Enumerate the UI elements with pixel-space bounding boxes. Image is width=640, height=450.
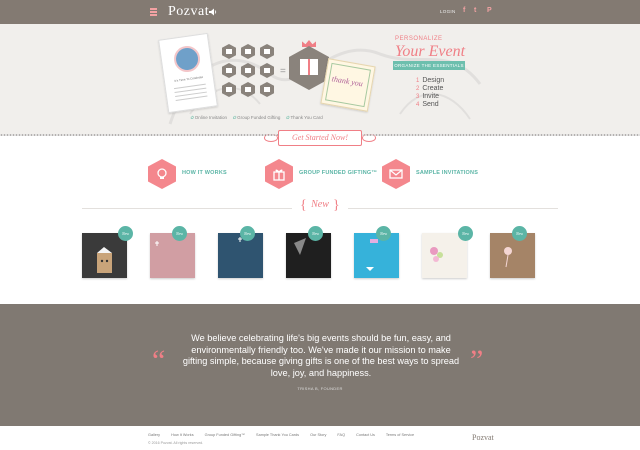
step-item: 1 Design	[416, 77, 445, 84]
flamingo-artwork	[504, 247, 512, 268]
copyright-text: © 2016 Pozvat. All rights reserved.	[148, 441, 204, 445]
speaker-icon[interactable]	[209, 8, 217, 16]
new-badge: New	[308, 226, 323, 241]
couple-photo	[172, 44, 202, 74]
site-logo[interactable]: Pozvat	[168, 4, 209, 20]
hero-feature-list: ✿Online Invitation ✿Group Funded Gifting…	[190, 115, 430, 121]
card-artwork	[294, 238, 306, 255]
fox-illustration	[97, 247, 112, 273]
floral-artwork	[430, 247, 443, 262]
gift-hex-icon	[222, 44, 236, 59]
section-divider-right	[348, 208, 558, 209]
footer-nav: Gallery How It Works Group Funded Giftin…	[148, 433, 424, 437]
footer-link-contact-us[interactable]: Contact Us	[356, 433, 375, 437]
product-card[interactable]	[354, 233, 399, 278]
footer-link-terms[interactable]: Terms of Service	[386, 433, 414, 437]
open-quote-mark: “	[152, 344, 166, 377]
envelope-icon	[382, 159, 410, 189]
card-artwork	[238, 237, 242, 242]
organize-ribbon: ORGANIZE THE ESSENTIALS	[393, 61, 465, 70]
step-item: 4 Send	[416, 101, 439, 108]
gift-hex-icon	[260, 44, 274, 59]
card-artwork	[155, 241, 159, 246]
footer-link-faq[interactable]: FAQ	[337, 433, 345, 437]
cta-ornament-left	[264, 134, 278, 142]
new-badge: New	[512, 226, 527, 241]
feature-tag: ✿Online Invitation	[190, 115, 228, 120]
product-card[interactable]	[150, 233, 195, 278]
product-card[interactable]	[422, 233, 467, 278]
product-card[interactable]	[218, 233, 263, 278]
new-badge: New	[458, 226, 473, 241]
gift-hex-icon	[222, 82, 236, 97]
gift-hex-icon	[241, 82, 255, 97]
feature-label: GROUP FUNDED GIFTING™	[299, 170, 378, 176]
quote-author: TRISHA B, FOUNDER	[297, 386, 343, 391]
product-card[interactable]	[490, 233, 535, 278]
card-artwork	[366, 239, 378, 271]
feature-label: HOW IT WORKS	[182, 170, 227, 176]
footer-link-gallery[interactable]: Gallery	[148, 433, 160, 437]
facebook-icon[interactable]: f	[463, 7, 465, 14]
step-item: 3 Invite	[416, 93, 440, 100]
feature-tag: ✿Thank You Card	[285, 115, 323, 120]
product-card[interactable]	[286, 233, 331, 278]
step-item: 2 Create	[416, 85, 444, 92]
footer-link-our-story[interactable]: Our Story	[310, 433, 326, 437]
get-started-button[interactable]: Get Started Now!	[278, 130, 362, 146]
steps-list: 1 Design 2 Create 3 Invite 4 Send	[416, 77, 444, 109]
gift-hex-icon	[222, 63, 236, 78]
section-divider-left	[82, 208, 292, 209]
your-event-heading: Your Event	[395, 43, 466, 60]
new-badge: New	[376, 226, 391, 241]
gift-hex-icon	[260, 82, 274, 97]
close-quote-mark: ”	[470, 344, 484, 377]
new-badge: New	[240, 226, 255, 241]
new-section-heading: New	[311, 199, 329, 210]
footer-link-group-funded-gifting[interactable]: Group Funded Gifting™	[205, 433, 245, 437]
equals-sign: =	[280, 66, 286, 77]
top-navigation-bar: Pozvat LOGIN f t P	[0, 0, 640, 24]
lightbulb-icon	[148, 159, 176, 189]
invite-text-lines	[166, 80, 216, 105]
hamburger-menu-icon[interactable]	[150, 8, 157, 16]
gift-hex-icon	[260, 63, 274, 78]
footer-link-how-it-works[interactable]: How It Works	[171, 433, 194, 437]
gift-hex-icon	[241, 44, 255, 59]
login-link[interactable]: LOGIN	[440, 9, 456, 14]
site-footer	[0, 426, 640, 450]
new-badge: New	[118, 226, 133, 241]
footer-link-sample-thank-you-cards[interactable]: Sample Thank You Cards	[256, 433, 299, 437]
gift-icon	[265, 159, 293, 189]
gift-hexagon-grid	[222, 44, 278, 102]
invitation-card-image: It's Time To Celebrate	[158, 32, 218, 114]
cta-ornament-right	[362, 134, 376, 142]
twitter-icon[interactable]: t	[474, 7, 476, 14]
personalize-heading: PERSONALIZE	[395, 36, 443, 42]
mission-quote-text: We believe celebrating life's big events…	[182, 333, 460, 378]
gift-hex-icon	[241, 63, 255, 78]
feature-label: SAMPLE INVITATIONS	[416, 170, 479, 176]
pinterest-icon[interactable]: P	[487, 7, 492, 14]
product-card[interactable]	[82, 233, 127, 278]
footer-logo[interactable]: Pozvat	[472, 433, 494, 442]
thank-you-card-image: thank you	[320, 58, 376, 112]
new-badge: New	[172, 226, 187, 241]
feature-tag: ✿Group Funded Gifting	[232, 115, 281, 120]
